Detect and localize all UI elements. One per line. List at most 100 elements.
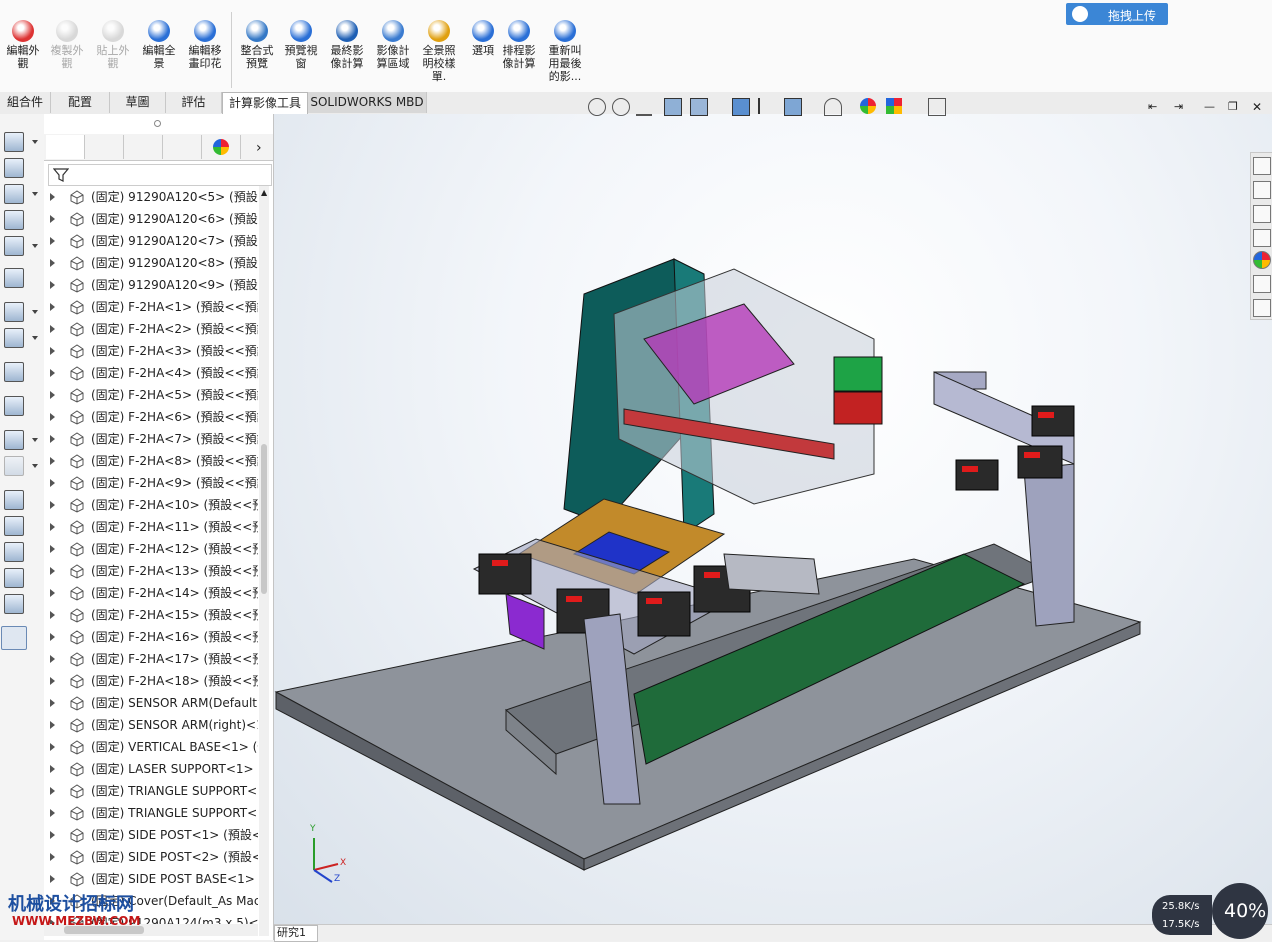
expand-arrow-icon[interactable]: [50, 237, 55, 245]
propertymanager-tab-icon[interactable]: [85, 135, 124, 159]
apply-scene-icon[interactable]: [860, 98, 876, 114]
tree-item[interactable]: (固定) SIDE POST BASE<1> (預: [44, 868, 258, 890]
expand-arrow-icon[interactable]: [50, 699, 55, 707]
tree-item[interactable]: (固定) F-2HA<14> (預設<<預: [44, 582, 258, 604]
tree-item[interactable]: (固定) TRIANGLE SUPPORT<2: [44, 802, 258, 824]
performance-evaluation-icon[interactable]: [4, 594, 24, 614]
tree-item[interactable]: (固定) F-2HA<18> (預設<<預: [44, 670, 258, 692]
expand-arrow-icon[interactable]: [50, 809, 55, 817]
view-orientation-icon[interactable]: [732, 98, 750, 116]
chevron-down-icon[interactable]: [32, 192, 38, 196]
dynamic-annotation-icon[interactable]: [690, 98, 708, 116]
restore-icon[interactable]: ❐: [1228, 100, 1238, 113]
graphics-area[interactable]: Y X Z: [274, 114, 1272, 924]
tree-item[interactable]: (固定) SIDE POST<2> (預設<<: [44, 846, 258, 868]
hole-alignment-icon[interactable]: [4, 542, 24, 562]
expand-arrow-icon[interactable]: [50, 523, 55, 531]
expand-arrow-icon[interactable]: [50, 633, 55, 641]
expand-arrow-icon[interactable]: [50, 677, 55, 685]
file-explorer-icon[interactable]: [1253, 205, 1271, 223]
assembly-visualization-icon[interactable]: [4, 568, 24, 588]
section-view-icon[interactable]: [664, 98, 682, 116]
tree-filter[interactable]: [48, 164, 272, 186]
design-library-icon[interactable]: [1253, 181, 1271, 199]
exploded-view-icon[interactable]: [4, 430, 24, 450]
render-region-button[interactable]: 影像計 算區域: [372, 20, 414, 70]
expand-arrow-icon[interactable]: [50, 567, 55, 575]
move-component-icon[interactable]: [4, 236, 24, 256]
edit-appearance-button[interactable]: 編輯外 觀: [2, 20, 44, 70]
instant3d-icon[interactable]: [1, 626, 27, 650]
tree-item[interactable]: (固定) F-2HA<7> (預設<<預設: [44, 428, 258, 450]
expand-arrow-icon[interactable]: [50, 787, 55, 795]
expand-arrow-icon[interactable]: [50, 853, 55, 861]
tree-item[interactable]: (固定) VERTICAL BASE<1> (預: [44, 736, 258, 758]
expand-arrow-icon[interactable]: [50, 875, 55, 883]
recall-last-render-button[interactable]: 重新叫 用最後 的影...: [544, 20, 586, 83]
tab-assembly[interactable]: 組合件: [0, 92, 51, 113]
chevron-down-icon[interactable]: [32, 244, 38, 248]
tree-scroll-thumb[interactable]: [261, 444, 267, 594]
tree-item[interactable]: (固定) F-2HA<5> (預設<<預設: [44, 384, 258, 406]
expand-arrow-icon[interactable]: [50, 325, 55, 333]
smart-fasteners-icon[interactable]: [4, 210, 24, 230]
view-palette-icon[interactable]: [1253, 229, 1271, 247]
tree-item[interactable]: (固定) SENSOR ARM(Default): [44, 692, 258, 714]
tree-item[interactable]: (固定) SENSOR ARM(right)<1: [44, 714, 258, 736]
tree-item[interactable]: (固定) F-2HA<12> (預設<<預: [44, 538, 258, 560]
dimxpert-tab-icon[interactable]: [163, 135, 202, 159]
expand-arrow-icon[interactable]: [50, 281, 55, 289]
panel-grip-icon[interactable]: [154, 120, 161, 127]
reference-geometry-icon[interactable]: [4, 328, 24, 348]
hide-show-items-icon[interactable]: [784, 98, 802, 116]
chevron-down-icon[interactable]: [32, 140, 38, 144]
mate-icon[interactable]: [4, 158, 24, 178]
copy-appearance-button[interactable]: 複製外 觀: [46, 20, 88, 70]
expand-arrow-icon[interactable]: [50, 721, 55, 729]
expand-arrow-icon[interactable]: [50, 215, 55, 223]
chevron-down-icon[interactable]: [32, 336, 38, 340]
expand-arrow-icon[interactable]: [50, 413, 55, 421]
zoom-to-area-icon[interactable]: [612, 98, 630, 116]
insert-component-icon[interactable]: [4, 132, 24, 152]
featuremanager-tab-icon[interactable]: [46, 135, 85, 159]
chevron-down-icon[interactable]: [32, 464, 38, 468]
final-render-button[interactable]: 最終影 像計算: [326, 20, 368, 70]
home-icon[interactable]: [1253, 157, 1271, 175]
linear-pattern-icon[interactable]: [4, 184, 24, 204]
expand-arrow-icon[interactable]: [50, 457, 55, 465]
close-icon[interactable]: ✕: [1252, 100, 1262, 114]
edit-decal-button[interactable]: 編輯移 畫印花: [184, 20, 226, 70]
tab-configuration[interactable]: 配置: [51, 92, 110, 113]
tree-item[interactable]: (固定) F-2HA<17> (預設<<預: [44, 648, 258, 670]
tree-item[interactable]: (固定) F-2HA<15> (預設<<預: [44, 604, 258, 626]
appearances-icon[interactable]: [1253, 251, 1271, 269]
expand-arrow-icon[interactable]: [50, 259, 55, 267]
custom-properties-icon[interactable]: [1253, 275, 1271, 293]
tree-item[interactable]: (固定) F-2HA<4> (預設<<預設: [44, 362, 258, 384]
tree-item[interactable]: (固定) F-2HA<10> (預設<<預: [44, 494, 258, 516]
tree-item[interactable]: (固定) 91290A120<8> (預設<: [44, 252, 258, 274]
edit-scene-button[interactable]: 編輯全 景: [138, 20, 180, 70]
chevron-right-icon[interactable]: ›: [256, 140, 262, 156]
expand-arrow-icon[interactable]: [50, 435, 55, 443]
bill-of-materials-icon[interactable]: [4, 396, 24, 416]
assembly-features-icon[interactable]: [4, 302, 24, 322]
zoom-to-fit-icon[interactable]: [588, 98, 606, 116]
expand-arrow-icon[interactable]: [50, 501, 55, 509]
scroll-up-icon[interactable]: ▲: [261, 188, 267, 197]
display-pane-icon[interactable]: [928, 98, 946, 116]
tab-render-tools[interactable]: 計算影像工具: [222, 92, 308, 114]
configurationmanager-tab-icon[interactable]: [124, 135, 163, 159]
tree-item[interactable]: (固定) 91290A120<6> (預設<: [44, 208, 258, 230]
display-manager-tab-icon[interactable]: [202, 135, 241, 159]
tree-item[interactable]: (固定) 91290A120<7> (預設<: [44, 230, 258, 252]
previous-view-icon[interactable]: [636, 98, 652, 116]
tree-item[interactable]: (固定) F-2HA<13> (預設<<預: [44, 560, 258, 582]
forum-icon[interactable]: [1253, 299, 1271, 317]
expand-arrow-icon[interactable]: [50, 655, 55, 663]
display-style-icon[interactable]: [758, 98, 776, 114]
tree-item[interactable]: (固定) F-2HA<1> (預設<<預設: [44, 296, 258, 318]
expand-arrow-icon[interactable]: [50, 193, 55, 201]
expand-arrow-icon[interactable]: [50, 545, 55, 553]
